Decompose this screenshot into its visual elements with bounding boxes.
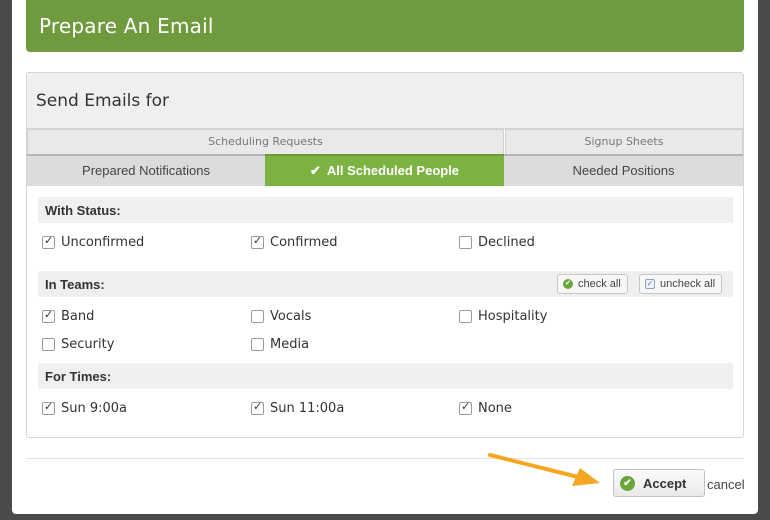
option-label: Sun 9:00a	[61, 400, 128, 416]
accept-label: Accept	[643, 475, 687, 491]
team-option-vocals[interactable]: Vocals	[251, 307, 311, 325]
uncheck-all-label: uncheck all	[660, 278, 716, 290]
check-icon: ✔	[309, 163, 321, 178]
section-label: In Teams:	[45, 277, 105, 292]
checkbox[interactable]	[42, 308, 55, 323]
checkbox[interactable]	[459, 400, 472, 415]
team-option-hospitality[interactable]: Hospitality	[459, 307, 547, 325]
team-option-media[interactable]: Media	[251, 335, 309, 353]
option-label: Vocals	[270, 308, 312, 324]
time-option-sun-11[interactable]: Sun 11:00a	[251, 399, 344, 417]
status-option-confirmed[interactable]: Confirmed	[251, 233, 338, 251]
checkbox[interactable]	[251, 234, 264, 249]
modal-header: Prepare An Email	[26, 0, 744, 52]
status-option-declined[interactable]: Declined	[459, 233, 535, 251]
checkbox[interactable]	[42, 234, 55, 249]
option-label: Security	[61, 336, 115, 352]
tab-group-scheduling-requests: Scheduling Requests	[27, 129, 504, 154]
panel-header: Send Emails for	[27, 73, 743, 129]
checkbox[interactable]	[251, 337, 264, 351]
check-circle-icon: ✔	[563, 279, 573, 289]
uncheck-all-button[interactable]: ✓ uncheck all	[639, 274, 723, 294]
panel-title: Send Emails for	[36, 91, 170, 111]
modal-title: Prepare An Email	[39, 14, 214, 38]
team-option-security[interactable]: Security	[42, 335, 114, 353]
checkbox[interactable]	[251, 309, 264, 323]
option-label: Media	[270, 336, 310, 352]
option-label: Hospitality	[478, 308, 548, 324]
tab-label: Prepared Notifications	[82, 163, 210, 178]
option-label: Declined	[478, 234, 535, 250]
check-circle-icon: ✔	[620, 475, 635, 491]
team-option-band[interactable]: Band	[42, 307, 94, 325]
checkbox[interactable]	[459, 235, 472, 249]
time-option-none[interactable]: None	[459, 399, 512, 417]
section-times: For Times:	[38, 363, 733, 389]
tab-group-signup-sheets[interactable]: Signup Sheets	[505, 129, 743, 154]
checkbox[interactable]	[459, 309, 472, 323]
email-modal: Prepare An Email Send Emails for Schedul…	[12, 0, 758, 514]
check-all-button[interactable]: ✔ check all	[557, 274, 628, 294]
status-option-unconfirmed[interactable]: Unconfirmed	[42, 233, 144, 251]
section-label: With Status:	[45, 203, 121, 218]
cancel-link[interactable]: cancel	[707, 477, 745, 492]
option-label: None	[478, 400, 512, 416]
section-teams: In Teams: ✔ check all ✓ uncheck all	[38, 271, 733, 297]
section-label: For Times:	[45, 369, 112, 384]
tab-prepared-notifications[interactable]: Prepared Notifications	[27, 154, 265, 186]
tab-all-scheduled-people[interactable]: ✔ All Scheduled People	[265, 154, 504, 186]
checkbox[interactable]	[251, 400, 264, 415]
time-option-sun-9[interactable]: Sun 9:00a	[42, 399, 127, 417]
option-label: Sun 11:00a	[270, 400, 345, 416]
accept-button[interactable]: ✔ Accept	[613, 469, 705, 497]
option-label: Unconfirmed	[61, 234, 145, 250]
check-all-label: check all	[578, 278, 621, 290]
checkbox-icon: ✓	[645, 279, 655, 289]
tab-needed-positions[interactable]: Needed Positions	[504, 154, 743, 186]
send-emails-panel: Send Emails for Scheduling Requests Sign…	[26, 72, 744, 438]
tab-label: All Scheduled People	[326, 163, 460, 178]
section-status: With Status:	[38, 197, 733, 223]
checkbox[interactable]	[42, 400, 55, 415]
checkbox[interactable]	[42, 337, 55, 351]
option-label: Confirmed	[270, 234, 338, 250]
tab-label: Needed Positions	[572, 163, 675, 178]
option-label: Band	[61, 308, 95, 324]
footer-divider	[26, 458, 744, 459]
